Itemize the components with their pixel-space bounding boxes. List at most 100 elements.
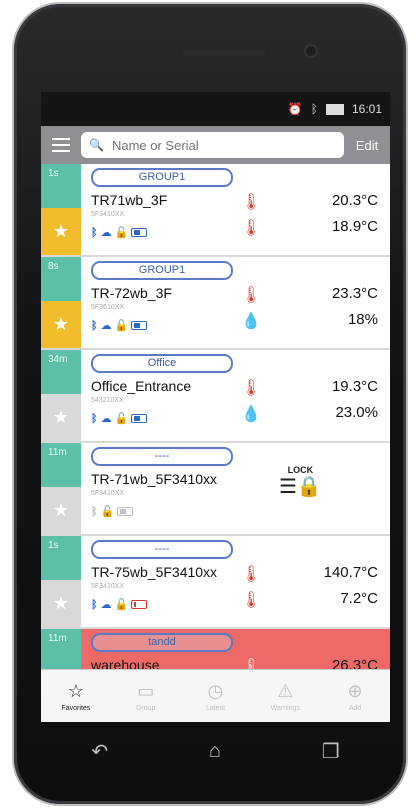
bluetooth-icon: ᛒ <box>91 505 98 518</box>
back-icon[interactable]: ↶ <box>91 739 108 764</box>
battery-level-icon <box>117 507 134 516</box>
group-badge: GROUP1 <box>91 168 233 187</box>
device-status-icons: ᛒ ☁ 🔓 <box>91 412 148 425</box>
cloud-icon: ☁ <box>100 599 112 611</box>
bluetooth-icon: ᛒ <box>91 598 98 611</box>
row-status-column: 8s ★ <box>41 257 81 348</box>
thermometer-icon: 🌡 <box>241 194 262 211</box>
device-row[interactable]: 1s ★ ---- TR-75wb_5F3410xx 5F3410XX ᛒ ☁ 🔓 🌡 140.7… <box>41 536 390 629</box>
speaker-grille <box>182 50 266 56</box>
thermometer-icon: 🌡 <box>241 592 262 609</box>
cloud-icon: ☁ <box>100 413 112 425</box>
device-serial: 543210XX <box>91 397 124 404</box>
device-name: TR-71wb_5F3410xx <box>91 471 218 487</box>
device-status-icons: ᛒ ☁ 🔓 <box>91 226 148 239</box>
thermometer-icon: 🌡 <box>241 287 262 304</box>
tab-label: Latest <box>205 704 226 712</box>
bluetooth-icon: ᛒ <box>91 319 98 332</box>
device-name: Office_Entrance <box>91 378 192 394</box>
tab-bar: ☆ Favorites ▭ Group ◷ Latest ⚠ Warnings ⊕ Add <box>41 669 390 722</box>
device-row[interactable]: 8s ★ GROUP1 TR-72wb_3F 5F3610XX ᛒ ☁ 🔓 🌡 23.3°C 💧 18… <box>41 257 390 350</box>
status-time: 16:01 <box>351 102 382 116</box>
lock-label: LOCK <box>287 465 314 475</box>
device-status-icons: ᛒ 🔓 <box>91 505 134 518</box>
thermometer-icon: 🌡 <box>241 566 262 583</box>
search-box[interactable]: 🔍 <box>81 132 344 158</box>
device-row[interactable]: 1s ★ GROUP1 TR71wb_3F 5F3410XX ᛒ ☁ 🔓 🌡 20.3°C 🌡 18.… <box>41 164 390 257</box>
favorite-star-icon[interactable]: ★ <box>41 394 81 441</box>
tab-latest[interactable]: ◷ Latest <box>181 670 251 722</box>
device-serial: 5F3610XX <box>91 304 125 311</box>
favorite-star-icon[interactable]: ★ <box>41 580 81 627</box>
last-update-label: 1s <box>41 164 81 208</box>
star-icon: ☆ <box>67 680 84 701</box>
search-input[interactable] <box>109 136 344 154</box>
group-badge: ---- <box>91 447 233 466</box>
reading-1: 140.7°C <box>323 564 378 581</box>
row-status-column: 1s ★ <box>41 536 81 627</box>
home-icon[interactable]: ⌂ <box>209 740 221 763</box>
device-name: TR-75wb_5F3410xx <box>91 564 218 580</box>
humidity-icon: 💧 <box>241 406 261 423</box>
device-row[interactable]: 11m ★ ---- TR-71wb_5F3410xx 5F3410XX ᛒ 🔓 LOCK ☰🔒 <box>41 443 390 536</box>
device-row[interactable]: 34m ★ Office Office_Entrance 543210XX ᛒ ☁ 🔓 🌡 19.… <box>41 350 390 443</box>
favorite-star-icon[interactable]: ★ <box>41 208 81 255</box>
reading-2: 7.2°C <box>340 590 378 607</box>
clock-icon: ◷ <box>207 680 224 701</box>
thermometer-icon: 🌡 <box>241 380 262 397</box>
tab-group[interactable]: ▭ Group <box>111 670 181 722</box>
cloud-icon: ☁ <box>100 320 112 332</box>
humidity-icon: 💧 <box>241 313 261 330</box>
bluetooth-icon: ᛒ <box>91 412 98 425</box>
device-info: GROUP1 TR71wb_3F 5F3410XX ᛒ ☁ 🔓 🌡 20.3°C 🌡 18.9°C <box>81 164 390 255</box>
toolbar: 🔍 Edit <box>41 126 390 164</box>
lock-status-icon: 🔓 <box>100 506 115 518</box>
device-info: GROUP1 TR-72wb_3F 5F3610XX ᛒ ☁ 🔓 🌡 23.3°C 💧 18% <box>81 257 390 348</box>
device-serial: 5F3410XX <box>91 583 125 590</box>
group-badge: tandd <box>91 633 233 652</box>
group-badge: GROUP1 <box>91 261 233 280</box>
last-update-label: 11m <box>41 629 81 673</box>
front-camera <box>304 44 318 58</box>
row-status-column: 1s ★ <box>41 164 81 255</box>
recents-icon[interactable]: ❐ <box>322 739 340 764</box>
favorite-star-icon[interactable]: ★ <box>41 301 81 348</box>
device-serial: 5F3410XX <box>91 211 125 218</box>
reading-1: 19.3°C <box>331 378 378 395</box>
cloud-icon: ☁ <box>100 227 112 239</box>
tab-warnings[interactable]: ⚠ Warnings <box>250 670 320 722</box>
tab-add[interactable]: ⊕ Add <box>320 670 390 722</box>
tab-favorites[interactable]: ☆ Favorites <box>41 670 111 722</box>
last-update-label: 1s <box>41 536 81 580</box>
device-serial: 5F3410XX <box>91 490 125 497</box>
device-status-icons: ᛒ ☁ 🔓 <box>91 319 148 332</box>
favorite-star-icon[interactable]: ★ <box>41 487 81 534</box>
bluetooth-icon: ᛒ <box>310 102 318 116</box>
search-icon: 🔍 <box>89 138 104 152</box>
battery-level-icon <box>131 228 148 237</box>
reading-1: 23.3°C <box>331 285 378 302</box>
reading-1: 20.3°C <box>331 192 378 209</box>
device-name: TR-72wb_3F <box>91 285 172 301</box>
app-screen: ⏰ ᛒ 16:01 🔍 Edit 1s★GROUP1TR71wb_3F5F341… <box>41 92 390 722</box>
tab-label: Warnings <box>270 704 300 712</box>
lock-icon: ☰🔒 <box>279 476 322 498</box>
reading-2: 23.0% <box>335 404 378 421</box>
tab-label: Favorites <box>61 704 91 712</box>
battery-level-icon <box>131 414 148 423</box>
warning-icon: ⚠ <box>277 680 294 701</box>
device-name: TR71wb_3F <box>91 192 168 208</box>
group-badge: ---- <box>91 540 233 559</box>
group-badge: Office <box>91 354 233 373</box>
alarm-icon: ⏰ <box>287 102 303 116</box>
tab-label: Group <box>135 704 156 712</box>
tab-label: Add <box>348 704 362 712</box>
hamburger-icon[interactable] <box>41 138 81 152</box>
last-update-label: 34m <box>41 350 81 394</box>
edit-button[interactable]: Edit <box>344 138 390 153</box>
android-nav-bar: ↶ ⌂ ❐ <box>41 722 390 780</box>
lock-status-icon: 🔓 <box>114 320 129 332</box>
device-status-icons: ᛒ ☁ 🔓 <box>91 598 148 611</box>
device-list: 1s ★ GROUP1 TR71wb_3F 5F3410XX ᛒ ☁ 🔓 🌡 20.3°C 🌡 18.… <box>41 164 390 722</box>
plus-icon: ⊕ <box>347 680 363 701</box>
